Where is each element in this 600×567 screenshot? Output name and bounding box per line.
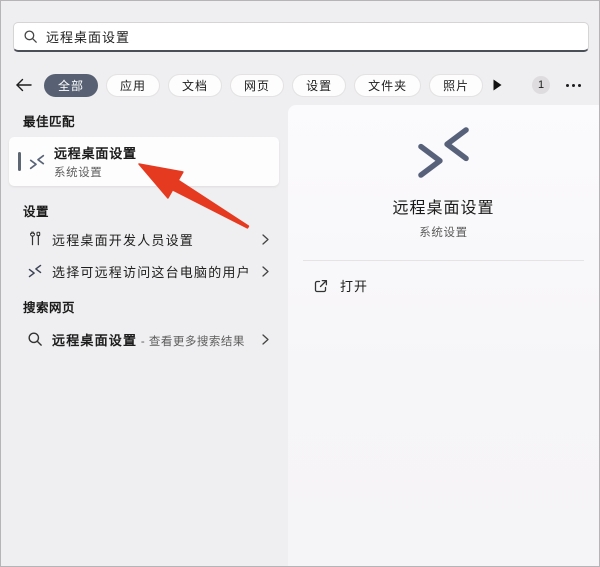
filter-tab-apps[interactable]: 应用 [106,74,160,97]
developer-tools-icon [28,231,43,247]
web-search-suffix: - 查看更多搜索结果 [137,336,245,348]
account-badge[interactable]: 1 [532,76,550,94]
filter-tab-settings[interactable]: 设置 [292,74,346,97]
preview-panel: 远程桌面设置 系统设置 打开 [288,105,599,566]
preview-title: 远程桌面设置 [392,194,494,218]
best-match-item[interactable]: 远程桌面设置 系统设置 [9,137,279,186]
filter-tab-photos[interactable]: 照片 [429,74,483,97]
more-filters-button[interactable] [493,79,502,91]
web-section-header: 搜索网页 [23,297,75,316]
filter-bar: 全部 应用 文档 网页 设置 文件夹 照片 1 [1,73,600,97]
search-icon [24,30,37,43]
open-action-label: 打开 [340,276,368,295]
arrow-left-icon [15,78,32,92]
remote-desktop-icon [415,124,472,181]
ellipsis-icon[interactable] [566,84,581,87]
search-input[interactable]: 远程桌面设置 [13,22,589,52]
remote-desktop-icon [28,264,42,278]
open-action[interactable]: 打开 [310,274,372,297]
play-icon [493,79,502,91]
filter-tab-all[interactable]: 全部 [44,74,98,97]
search-icon [28,332,42,346]
settings-section-header: 设置 [23,201,49,220]
divider [303,260,584,261]
best-match-title: 远程桌面设置 [54,143,137,162]
best-match-header: 最佳匹配 [23,111,75,130]
filter-tab-folders[interactable]: 文件夹 [354,74,421,97]
open-external-icon [314,279,328,293]
remote-desktop-icon [29,154,45,170]
chevron-right-icon[interactable] [262,234,269,245]
search-query-text: 远程桌面设置 [46,27,130,46]
preview-subtitle: 系统设置 [419,224,467,240]
chevron-right-icon[interactable] [262,266,269,277]
result-remote-desktop-developer-settings[interactable]: 远程桌面开发人员设置 [9,223,279,255]
result-label: 远程桌面开发人员设置 [52,230,194,249]
results-panel: 最佳匹配 远程桌面设置 系统设置 设置 远程桌面开发人 [1,101,288,566]
back-button[interactable] [15,78,32,92]
result-label: 选择可远程访问这台电脑的用户 [52,262,251,281]
best-match-subtitle: 系统设置 [54,164,137,180]
selection-accent-bar [18,152,21,171]
result-web-search[interactable]: 远程桌面设置 - 查看更多搜索结果 [9,323,279,355]
web-search-query: 远程桌面设置 [52,333,137,348]
search-flyout-window: 远程桌面设置 全部 应用 文档 网页 设置 文件夹 照片 1 最佳匹配 [0,0,600,567]
filter-tab-documents[interactable]: 文档 [168,74,222,97]
result-select-remote-users[interactable]: 选择可远程访问这台电脑的用户 [9,255,279,287]
filter-tab-web[interactable]: 网页 [230,74,284,97]
chevron-right-icon[interactable] [262,334,269,345]
